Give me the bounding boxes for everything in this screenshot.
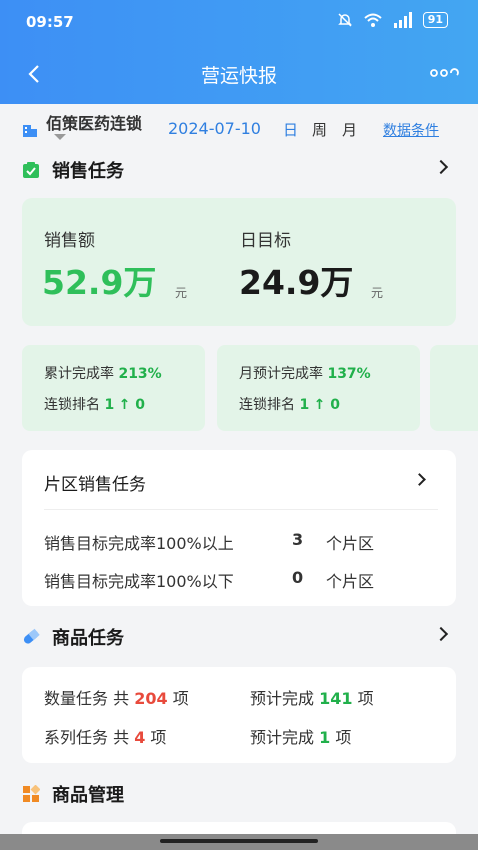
- target-value: 24.9万: [239, 263, 354, 302]
- product-mgmt-title: 商品管理: [52, 785, 124, 806]
- page-title: 营运快报: [200, 65, 277, 87]
- series-label: 系列任务 共: [44, 728, 130, 747]
- series-total: 4: [134, 728, 146, 747]
- data-conditions-link[interactable]: 数据条件: [383, 120, 439, 140]
- period-day[interactable]: 日: [283, 119, 298, 140]
- below-target-unit: 个片区: [326, 572, 375, 591]
- more-button[interactable]: [430, 64, 460, 83]
- status-bar: 09:57 91: [0, 0, 478, 44]
- divider: [44, 509, 438, 510]
- below-target-count: 0: [292, 568, 304, 587]
- series-task-row: 系列任务 共 4 项: [44, 724, 166, 748]
- series-expected-row: 预计完成 1 项: [250, 724, 351, 748]
- qty-expected-label: 预计完成: [250, 689, 315, 708]
- region-task-card: 片区销售任务 销售目标完成率100%以上 3 个片区 销售目标完成率100%以下…: [22, 450, 456, 606]
- sales-value: 52.9万: [42, 263, 157, 302]
- product-task-title: 商品任务: [52, 628, 124, 649]
- rate-label: 月预计完成率: [239, 366, 323, 382]
- product-task-card[interactable]: 数量任务 共 204 项 预计完成 141 项 系列任务 共 4 项 预计完成 …: [22, 667, 456, 763]
- quantity-expected-row: 预计完成 141 项: [250, 685, 374, 709]
- sales-unit: 元: [175, 286, 188, 300]
- region-task-title: 片区销售任务: [44, 475, 146, 495]
- series-expected: 1: [319, 728, 331, 747]
- building-icon: [23, 125, 37, 137]
- qty-expected: 141: [319, 689, 353, 708]
- rate-value: 213%: [118, 366, 162, 382]
- period-week[interactable]: 周: [312, 119, 327, 140]
- above-target-count: 3: [292, 530, 304, 549]
- rank-row: 连锁排名 1 ↑ 0: [44, 394, 145, 414]
- product-mgmt-header[interactable]: 商品管理: [22, 779, 456, 809]
- rank-value: 1: [299, 397, 310, 413]
- above-target-label: 销售目标完成率100%以上: [44, 534, 234, 553]
- sales-task-header[interactable]: 销售任务: [22, 155, 456, 185]
- series-expected-label: 预计完成: [250, 728, 315, 747]
- cumulative-rate-card[interactable]: 累计完成率 213% 连锁排名 1 ↑ 0: [22, 345, 205, 431]
- caret-down-icon[interactable]: [54, 134, 66, 140]
- app-header: 09:57 91 营运快报: [0, 0, 478, 104]
- home-indicator[interactable]: [160, 839, 318, 843]
- chevron-right-icon: [433, 159, 449, 175]
- series-expected-unit: 项: [335, 728, 352, 747]
- system-nav-bar: [0, 834, 478, 850]
- date-selector[interactable]: 2024-07-10: [168, 119, 261, 138]
- qty-unit: 项: [172, 689, 189, 708]
- status-icons: 91: [337, 12, 448, 28]
- rank-change: ↑ 0: [118, 397, 146, 413]
- chevron-right-icon: [413, 473, 426, 486]
- above-target-unit: 个片区: [326, 534, 375, 553]
- filter-bar: 佰策医药连锁 2024-07-10 日 周 月 数据条件: [0, 104, 478, 150]
- rank-change: ↑ 0: [313, 397, 341, 413]
- target-unit: 元: [371, 286, 384, 300]
- rank-label: 连锁排名: [239, 397, 295, 413]
- rate-value: 137%: [327, 366, 371, 382]
- qty-label: 数量任务 共: [44, 689, 130, 708]
- qty-expected-unit: 项: [357, 689, 374, 708]
- wifi-icon: [364, 13, 382, 27]
- more-icon: [430, 68, 459, 77]
- monthly-rate-row: 月预计完成率 137%: [239, 363, 371, 383]
- qty-total: 204: [134, 689, 168, 708]
- rate-label: 累计完成率: [44, 366, 114, 382]
- rank-label: 连锁排名: [44, 397, 100, 413]
- target-label: 日目标: [240, 231, 291, 251]
- chevron-right-icon: [433, 626, 449, 642]
- quantity-task-row: 数量任务 共 204 项: [44, 685, 189, 709]
- below-target-label: 销售目标完成率100%以下: [44, 572, 234, 591]
- rank-value: 1: [104, 397, 115, 413]
- sales-task-title: 销售任务: [52, 161, 124, 182]
- partial-card[interactable]: [430, 345, 478, 431]
- period-month[interactable]: 月: [342, 119, 357, 140]
- region-task-header[interactable]: 片区销售任务: [22, 450, 456, 508]
- signal-icon: [393, 12, 412, 28]
- status-time: 09:57: [26, 13, 74, 31]
- grid-icon: [23, 785, 40, 802]
- mute-icon: [337, 13, 352, 27]
- monthly-rate-card[interactable]: 月预计完成率 137% 连锁排名 1 ↑ 0: [217, 345, 420, 431]
- nav-bar: 营运快报: [0, 48, 478, 100]
- series-unit: 项: [150, 728, 167, 747]
- battery-indicator: 91: [422, 12, 448, 28]
- sales-task-icon: [23, 162, 39, 178]
- pill-icon: [23, 628, 40, 644]
- sales-label: 销售额: [44, 231, 95, 251]
- store-selector[interactable]: 佰策医药连锁: [46, 110, 142, 134]
- product-task-header[interactable]: 商品任务: [22, 622, 456, 652]
- rank-row: 连锁排名 1 ↑ 0: [239, 394, 340, 414]
- sales-summary-card: 销售额 52.9万 元 日目标 24.9万 元: [22, 198, 456, 326]
- cumulative-rate-row: 累计完成率 213%: [44, 363, 162, 383]
